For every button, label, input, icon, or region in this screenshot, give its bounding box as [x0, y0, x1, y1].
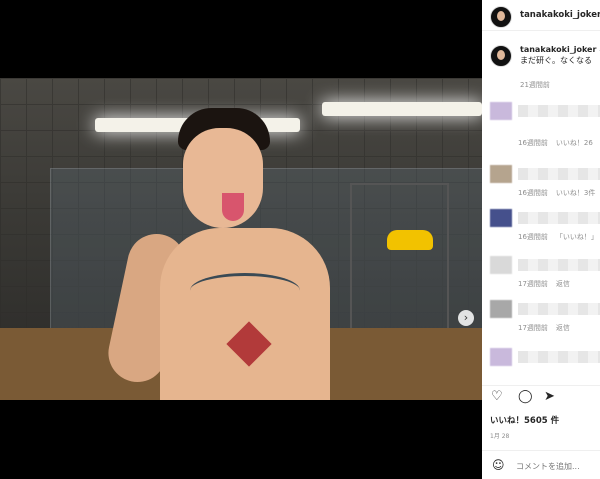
header-username[interactable]: tanakakoki_joker •	[520, 10, 600, 20]
post-actions: ♡ ◯ ➤	[482, 385, 600, 408]
comment-likes[interactable]: いいね！26	[556, 139, 593, 147]
comment-icon[interactable]: ◯	[518, 390, 533, 404]
blurred-avatar	[490, 348, 512, 366]
likes-count[interactable]: いいね！5605 件	[490, 414, 559, 426]
comment-time: 16週間前	[518, 189, 548, 197]
comment-item: 16週間前 いいね！26	[482, 102, 600, 147]
caption-username[interactable]: tanakakoki_joker	[520, 45, 596, 54]
comment-item: 17週間前 返信	[482, 300, 600, 340]
add-comment-bar: ☺	[482, 450, 600, 479]
post-side-panel: tanakakoki_joker • tanakakoki_joker ネ まだ…	[482, 0, 600, 479]
heart-icon[interactable]: ♡	[491, 390, 505, 404]
blurred-avatar	[490, 165, 512, 183]
blurred-comment	[518, 259, 600, 271]
comment-time: 17週間前	[518, 280, 548, 288]
blurred-comment	[518, 212, 600, 224]
comment-likes[interactable]: いいね！3件	[556, 189, 595, 197]
comment-item: 16週間前 「いいね！」	[482, 209, 600, 249]
reply-link[interactable]: 返信	[556, 324, 570, 332]
comment-time: 16週間前	[518, 139, 548, 147]
comment-time: 17週間前	[518, 324, 548, 332]
blurred-comment	[518, 105, 600, 117]
blurred-avatar	[490, 300, 512, 318]
comment-item	[482, 348, 600, 388]
comment-item: 16週間前 いいね！3件	[482, 165, 600, 205]
post-media: › ●	[0, 0, 482, 479]
comment-time: 16週間前	[518, 233, 548, 241]
reply-link[interactable]: 返信	[556, 280, 570, 288]
avatar[interactable]	[490, 45, 512, 67]
caption-text: tanakakoki_joker ネ まだ研ぐ。なくなる	[520, 45, 600, 65]
post-header: tanakakoki_joker •	[482, 0, 600, 31]
post-photo: › ●	[0, 78, 482, 400]
avatar[interactable]	[490, 6, 512, 28]
share-icon[interactable]: ➤	[544, 390, 558, 404]
post-date: 1月 28	[490, 433, 510, 440]
chevron-right-icon[interactable]: ›	[458, 310, 474, 326]
comment-likes[interactable]: 「いいね！」	[556, 233, 598, 241]
blurred-comment	[518, 351, 600, 363]
blurred-avatar	[490, 102, 512, 120]
blurred-comment	[518, 303, 600, 315]
comment-item: 17週間前 返信	[482, 256, 600, 296]
blurred-avatar	[490, 209, 512, 227]
emoji-icon[interactable]: ☺	[492, 458, 505, 472]
blurred-avatar	[490, 256, 512, 274]
comment-input[interactable]	[516, 459, 600, 473]
caption-time: 21週間前	[520, 81, 550, 89]
blurred-comment	[518, 168, 600, 180]
